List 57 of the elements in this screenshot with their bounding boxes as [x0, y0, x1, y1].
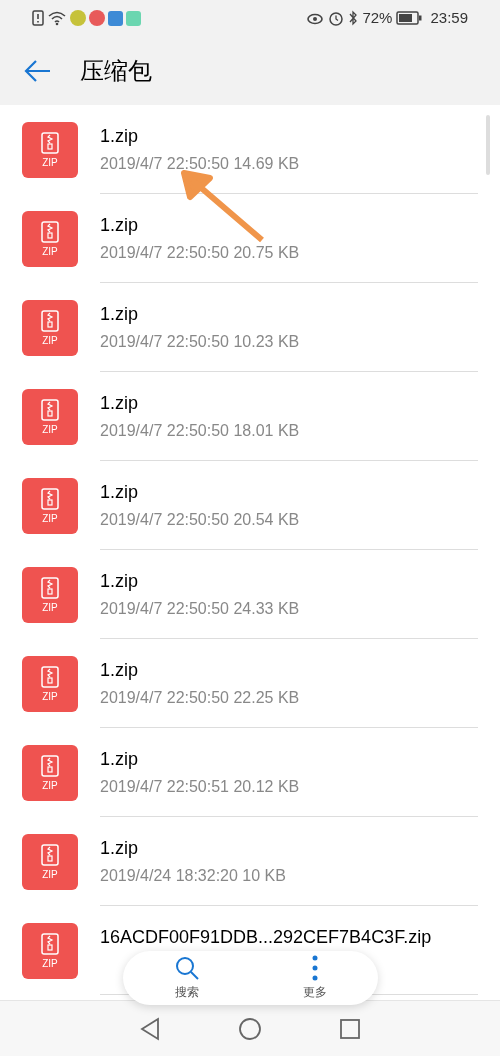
file-name: 1.zip [100, 124, 140, 148]
zip-file-icon: ZIP [22, 299, 78, 356]
battery-percent: 72% [362, 7, 393, 28]
more-button[interactable]: 更多 [294, 955, 335, 1001]
scrollbar [486, 115, 490, 175]
zip-file-icon: ZIP [22, 210, 78, 267]
file-details: 2019/4/24 18:32:20 10 KB [100, 865, 287, 886]
file-row[interactable]: ZIP 1.zip 2019/4/7 22:50:50 20.54 KB [0, 461, 500, 550]
sim-alert-icon [32, 10, 44, 26]
file-row[interactable]: ZIP 1.zip 2019/4/7 22:50:50 18.01 KB [0, 372, 500, 461]
page-title: 压缩包 [80, 55, 152, 86]
file-details: 2019/4/7 22:50:50 18.01 KB [100, 420, 301, 441]
eye-icon [306, 11, 325, 25]
file-details: 2019/4/7 22:50:50 14.69 KB [100, 153, 301, 174]
file-details: 2019/4/7 22:50:50 24.33 KB [100, 598, 301, 619]
file-details: 2019/4/7 22:50:51 20.12 KB [100, 776, 301, 797]
file-row[interactable]: ZIP 1.zip 2019/4/7 22:50:50 22.25 KB [0, 639, 500, 728]
file-name: 16ACDF00F91DDB...292CEF7B4C3F.zip [100, 925, 433, 949]
zip-file-icon: ZIP [22, 566, 78, 623]
nav-home-button[interactable] [238, 1016, 262, 1041]
file-row[interactable]: ZIP 1.zip 2019/4/7 22:50:50 10.23 KB [0, 283, 500, 372]
search-button[interactable]: 搜索 [166, 955, 209, 1001]
zip-file-icon: ZIP [22, 922, 78, 979]
file-name: 1.zip [100, 836, 140, 860]
app-notification-icon [108, 10, 123, 26]
file-name: 1.zip [100, 391, 140, 415]
file-name: 1.zip [100, 569, 140, 593]
file-details: 2019/4/7 22:50:50 20.54 KB [100, 509, 301, 530]
zip-file-icon: ZIP [22, 833, 78, 890]
file-details: 2019/4/7 22:50:50 20.75 KB [100, 242, 301, 263]
bluetooth-icon [348, 10, 359, 26]
app-notification-icon [70, 10, 86, 26]
search-icon [174, 955, 201, 981]
file-row[interactable]: ZIP 1.zip 2019/4/24 18:32:20 10 KB [0, 817, 500, 906]
more-icon [311, 955, 318, 981]
nav-back-button[interactable] [138, 1016, 161, 1041]
file-details: 2019/4/7 22:50:50 10.23 KB [100, 331, 301, 352]
file-name: 1.zip [100, 480, 140, 504]
alarm-icon [328, 10, 345, 26]
zip-file-icon: ZIP [22, 655, 78, 712]
zip-file-icon: ZIP [22, 744, 78, 801]
file-name: 1.zip [100, 747, 140, 771]
battery-icon [396, 11, 423, 25]
file-row[interactable]: ZIP 1.zip 2019/4/7 22:50:50 24.33 KB [0, 550, 500, 639]
file-name: 1.zip [100, 213, 140, 237]
file-name: 1.zip [100, 302, 140, 326]
clock-time: 23:59 [430, 7, 468, 28]
wifi-icon [47, 10, 67, 26]
zip-file-icon: ZIP [22, 121, 78, 178]
app-notification-icon [89, 10, 105, 26]
file-row[interactable]: ZIP 1.zip 2019/4/7 22:50:51 20.12 KB [0, 728, 500, 817]
nav-recents-button[interactable] [339, 1017, 362, 1040]
zip-file-icon: ZIP [22, 388, 78, 445]
zip-file-icon: ZIP [22, 477, 78, 534]
file-name: 1.zip [100, 658, 140, 682]
file-details: 2019/4/7 22:50:50 22.25 KB [100, 687, 301, 708]
app-notification-icon [126, 10, 141, 26]
